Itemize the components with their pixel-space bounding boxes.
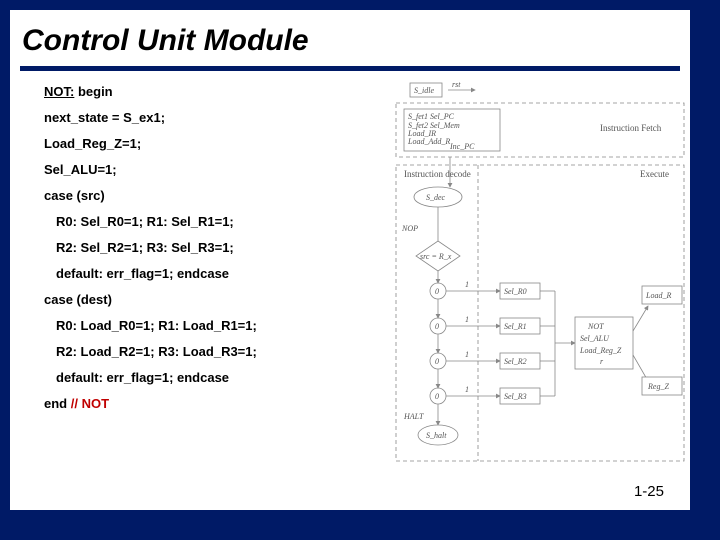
svg-text:src = R_x: src = R_x [420, 252, 452, 261]
title-rule [20, 66, 680, 71]
page-number: 1-25 [634, 483, 664, 500]
svg-text:S_halt: S_halt [426, 431, 447, 440]
body-row: NOT: begin next_state = S_ex1; Load_Reg_… [20, 85, 680, 466]
code-line: Sel_ALU=1; [44, 163, 384, 176]
svg-text:1: 1 [465, 315, 469, 324]
svg-text:1: 1 [465, 280, 469, 289]
svg-text:Sel_R0: Sel_R0 [504, 287, 527, 296]
svg-text:Sel_R2: Sel_R2 [504, 357, 527, 366]
slide-title: Control Unit Module [20, 20, 680, 66]
svg-text:Sel_R3: Sel_R3 [504, 392, 527, 401]
svg-text:Reg_Z: Reg_Z [647, 382, 669, 391]
code-keyword: NOT: [44, 84, 74, 99]
svg-text:Inc_PC: Inc_PC [449, 142, 475, 151]
svg-text:1: 1 [465, 385, 469, 394]
code-line: R0: Sel_R0=1; R1: Sel_R1=1; [44, 215, 384, 228]
svg-text:Execute: Execute [640, 169, 669, 179]
code-line: R2: Sel_R2=1; R3: Sel_R3=1; [44, 241, 384, 254]
svg-text:1: 1 [465, 350, 469, 359]
code-line: Load_Reg_Z=1; [44, 137, 384, 150]
svg-text:Instruction Fetch: Instruction Fetch [600, 123, 662, 133]
svg-text:Sel_R1: Sel_R1 [504, 322, 527, 331]
svg-text:NOT: NOT [587, 322, 604, 331]
code-line: case (src) [44, 189, 384, 202]
code-line: end // NOT [44, 397, 384, 410]
diagram-svg: .bx { fill:#fff; stroke:#888; stroke-wid… [390, 81, 690, 466]
code-line: case (dest) [44, 293, 384, 306]
svg-text:Load_Add_R: Load_Add_R [407, 137, 450, 146]
code-line: R0: Load_R0=1; R1: Load_R1=1; [44, 319, 384, 332]
svg-text:S_fet1 Sel_PC: S_fet1 Sel_PC [408, 112, 455, 121]
svg-text:S_dec: S_dec [426, 193, 446, 202]
svg-text:Load_Reg_Z: Load_Reg_Z [579, 346, 622, 355]
svg-text:HALT: HALT [403, 412, 424, 421]
svg-text:0: 0 [435, 287, 439, 296]
svg-text:Sel_ALU: Sel_ALU [580, 334, 610, 343]
decision-chain: 0 0 0 0 [430, 271, 446, 425]
code-block: NOT: begin next_state = S_ex1; Load_Reg_… [20, 85, 384, 423]
slide: Control Unit Module NOT: begin next_stat… [10, 10, 690, 510]
code-line: next_state = S_ex1; [44, 111, 384, 124]
code-line: NOT: begin [44, 85, 384, 98]
svg-text:rst: rst [452, 81, 461, 89]
code-line: default: err_flag=1; endcase [44, 267, 384, 280]
code-line: default: err_flag=1; endcase [44, 371, 384, 384]
leaf-branches: 1 Sel_R0 1 Sel_R1 1 Sel_R2 1 Sel_R3 [446, 280, 540, 404]
code-line: R2: Load_R2=1; R3: Load_R3=1; [44, 345, 384, 358]
code-comment: // NOT [71, 396, 109, 411]
svg-text:NOP: NOP [401, 224, 418, 233]
svg-text:Load_R: Load_R [645, 291, 671, 300]
svg-text:S_idle: S_idle [414, 86, 434, 95]
svg-text:0: 0 [435, 322, 439, 331]
fsm-diagram: .bx { fill:#fff; stroke:#888; stroke-wid… [390, 81, 690, 466]
svg-text:0: 0 [435, 357, 439, 366]
svg-text:0: 0 [435, 392, 439, 401]
svg-text:Instruction decode: Instruction decode [404, 169, 471, 179]
